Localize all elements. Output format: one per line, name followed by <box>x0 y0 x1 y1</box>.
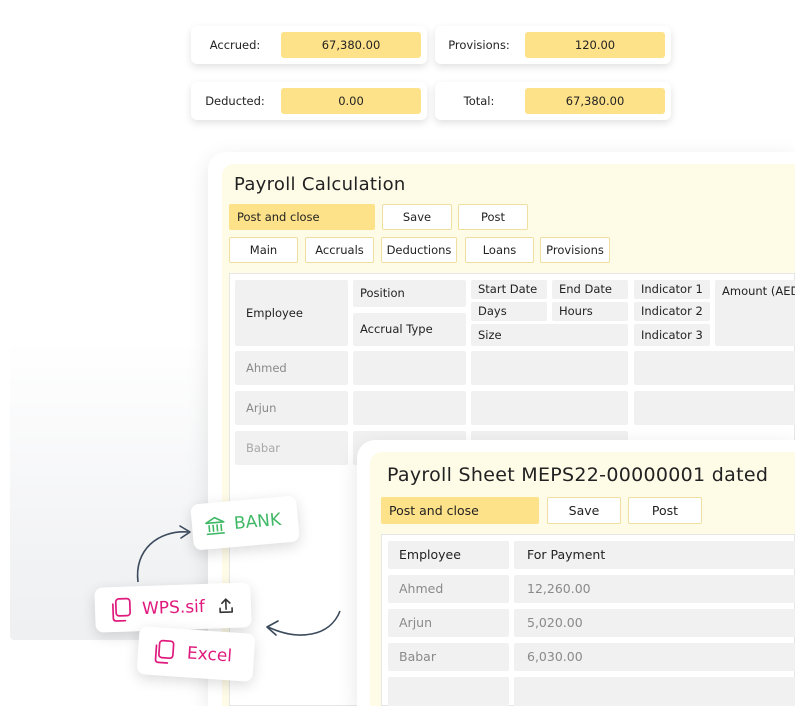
tab-main[interactable]: Main <box>229 237 298 263</box>
post-and-close-button[interactable]: Post and close <box>229 204 375 230</box>
row-employee-1: Ahmed <box>235 351 348 385</box>
row-1-indicators <box>634 351 795 385</box>
wps-label: WPS.sif <box>141 596 206 619</box>
deducted-value: 0.00 <box>281 88 421 114</box>
tab-deductions[interactable]: Deductions <box>381 237 457 263</box>
page-title: Payroll Calculation <box>234 174 406 195</box>
payment-table: Employee For Payment Ahmed 12,260.00 Arj… <box>381 534 795 706</box>
excel-label: Excel <box>186 643 233 667</box>
total-label: Total: <box>463 94 495 108</box>
header-for-payment: For Payment <box>514 541 795 569</box>
header-end-date: End Date <box>552 280 628 299</box>
sheet-row-1-employee: Ahmed <box>388 575 509 603</box>
excel-export-chip[interactable]: Excel <box>136 626 256 682</box>
tab-accruals[interactable]: Accruals <box>305 237 374 263</box>
row-1-position <box>353 351 466 385</box>
post-button[interactable]: Post <box>458 204 528 230</box>
provisions-label: Provisions: <box>448 38 510 52</box>
sheet-row-3-employee: Babar <box>388 643 509 671</box>
header-days: Days <box>471 302 547 321</box>
header-hours: Hours <box>552 302 628 321</box>
bank-label: BANK <box>233 509 282 534</box>
file-copy-icon <box>111 597 131 622</box>
header-start-date: Start Date <box>471 280 547 299</box>
row-2-indicators <box>634 391 795 425</box>
header-employee: Employee <box>235 280 348 346</box>
deducted-card: Deducted: 0.00 <box>191 82 427 120</box>
header-amount: Amount (AED) <box>715 280 795 346</box>
row-employee-2: Arjun <box>235 391 348 425</box>
header-position: Position <box>353 280 466 307</box>
sheet-row-1-payment: 12,260.00 <box>514 575 795 603</box>
sheet-title: Payroll Sheet MEPS22-00000001 dated <box>387 464 769 486</box>
provisions-value: 120.00 <box>525 32 665 58</box>
file-copy-icon <box>154 639 175 664</box>
sheet-row-4-employee <box>388 677 509 706</box>
header-sheet-employee: Employee <box>388 541 509 569</box>
payroll-sheet-inner: Payroll Sheet MEPS22-00000001 dated Post… <box>370 452 795 706</box>
sheet-row-2-payment: 5,020.00 <box>514 609 795 637</box>
accrued-label: Accrued: <box>209 38 261 52</box>
header-indicator-1: Indicator 1 <box>634 280 710 299</box>
sheet-row-2-employee: Arjun <box>388 609 509 637</box>
header-indicator-2: Indicator 2 <box>634 302 710 321</box>
bank-icon <box>205 516 225 536</box>
upload-icon <box>219 597 233 613</box>
tab-provisions[interactable]: Provisions <box>540 237 610 263</box>
total-value: 67,380.00 <box>525 88 665 114</box>
header-accrual-type: Accrual Type <box>353 313 466 346</box>
curved-arrow-icon <box>266 610 341 636</box>
sheet-post-button[interactable]: Post <box>628 497 702 524</box>
header-indicator-3: Indicator 3 <box>634 324 710 346</box>
row-employee-3: Babar <box>235 431 348 465</box>
tab-loans[interactable]: Loans <box>465 237 534 263</box>
accrued-value: 67,380.00 <box>281 32 421 58</box>
payroll-sheet-panel: Payroll Sheet MEPS22-00000001 dated Post… <box>357 440 795 706</box>
sheet-row-3-payment: 6,030.00 <box>514 643 795 671</box>
sheet-save-button[interactable]: Save <box>547 497 621 524</box>
row-1-dates <box>471 351 628 385</box>
wps-export-chip[interactable]: WPS.sif <box>94 582 252 633</box>
deducted-label: Deducted: <box>205 94 265 108</box>
sheet-post-and-close-button[interactable]: Post and close <box>381 497 539 524</box>
accrued-card: Accrued: 67,380.00 <box>191 26 427 64</box>
sheet-row-4-payment <box>514 677 795 706</box>
row-2-dates <box>471 391 628 425</box>
row-2-position <box>353 391 466 425</box>
provisions-card: Provisions: 120.00 <box>435 26 671 64</box>
total-card: Total: 67,380.00 <box>435 82 671 120</box>
save-button[interactable]: Save <box>382 204 452 230</box>
header-size: Size <box>471 324 628 346</box>
bank-export-chip[interactable]: BANK <box>190 495 300 551</box>
